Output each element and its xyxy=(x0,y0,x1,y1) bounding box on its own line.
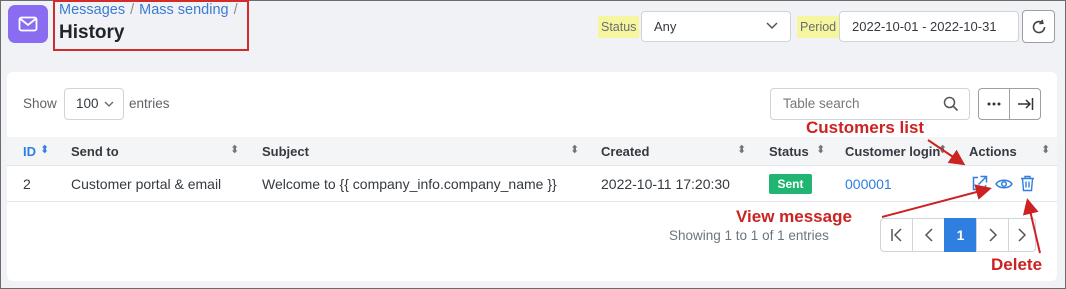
annotation-customers-list: Customers list xyxy=(806,118,925,137)
annotation-view-message: View message xyxy=(736,207,852,226)
annotation-arrows xyxy=(881,139,1041,254)
annotation-delete: Delete xyxy=(991,255,1043,274)
